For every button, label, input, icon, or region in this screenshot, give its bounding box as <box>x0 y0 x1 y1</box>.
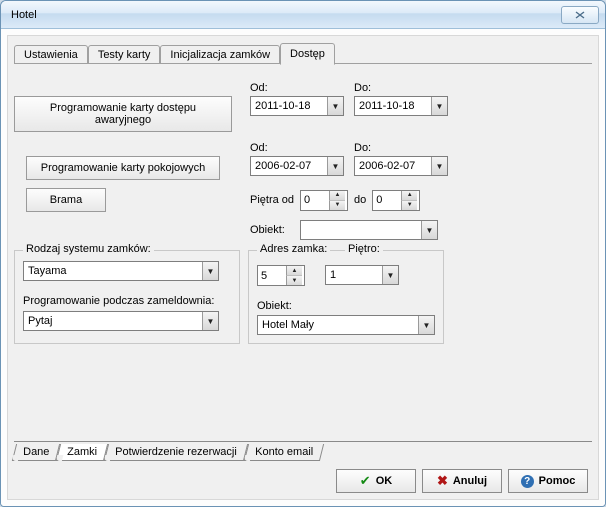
adres-zamka-value[interactable] <box>258 267 286 285</box>
footer-buttons: ✔ OK ✖ Anuluj ? Pomoc <box>336 469 588 493</box>
od-label-2: Od: <box>250 142 344 154</box>
tab-dostep[interactable]: Dostęp <box>280 43 335 65</box>
tabs-top: Ustawienia Testy karty Inicjalizacja zam… <box>8 36 598 64</box>
close-button[interactable] <box>561 6 599 24</box>
question-icon: ? <box>521 475 534 488</box>
group-lock-system: Rodzaj systemu zamków: Tayama ▼ Programo… <box>14 250 240 344</box>
dropdown-icon: ▼ <box>202 312 218 330</box>
checkin-prog-value: Pytaj <box>24 315 202 327</box>
dropdown-icon: ▼ <box>327 97 343 115</box>
adres-zamka-spin[interactable]: ▲▼ <box>257 265 305 286</box>
x-icon: ✖ <box>437 473 448 489</box>
panel: Ustawienia Testy karty Inicjalizacja zam… <box>7 35 599 500</box>
do-date-1[interactable]: 2011-10-18 ▼ <box>354 96 448 116</box>
ok-label: OK <box>376 475 393 487</box>
do-date-1-value: 2011-10-18 <box>355 100 431 112</box>
dropdown-icon: ▼ <box>431 97 447 115</box>
titlebar: Hotel <box>1 1 605 29</box>
lock-system-value: Tayama <box>24 265 202 277</box>
bottom-tab-divider <box>14 441 592 442</box>
cancel-label: Anuluj <box>453 475 487 487</box>
tab-ustawienia[interactable]: Ustawienia <box>14 45 88 64</box>
do-label-2: Do: <box>354 142 448 154</box>
od-date-1-value: 2011-10-18 <box>251 100 327 112</box>
pietra-od-value[interactable] <box>301 191 329 209</box>
ok-button[interactable]: ✔ OK <box>336 469 416 493</box>
pietra-od-label: Piętra od <box>250 194 294 206</box>
obiekt-combo-2[interactable]: Hotel Mały ▼ <box>257 315 435 335</box>
window-title: Hotel <box>11 9 37 21</box>
obiekt-label-top: Obiekt: <box>250 224 294 236</box>
pietra-od-spin[interactable]: ▲▼ <box>300 190 348 211</box>
tab-dane[interactable]: Dane <box>12 444 61 461</box>
close-icon <box>575 11 585 19</box>
tab-konto-email[interactable]: Konto email <box>244 444 324 461</box>
pietro-label: Piętro: <box>345 243 383 255</box>
pietra-do-value[interactable] <box>373 191 401 209</box>
prog-pokojowe-button[interactable]: Programowanie karty pokojowych <box>26 156 220 180</box>
tab-zamki[interactable]: Zamki <box>56 444 108 461</box>
spin-down-icon[interactable]: ▼ <box>329 201 345 210</box>
help-button[interactable]: ? Pomoc <box>508 469 588 493</box>
obiekt-combo-top[interactable]: ▼ <box>300 220 438 240</box>
prog-awaryjny-button[interactable]: Programowanie karty dostępu awaryjnego <box>14 96 232 132</box>
do-label-1: Do: <box>354 82 448 94</box>
dropdown-icon: ▼ <box>421 221 437 239</box>
check-icon: ✔ <box>360 473 371 489</box>
pietra-do-label: do <box>354 194 366 206</box>
checkin-prog-label: Programowanie podczas zameldownia: <box>23 295 231 307</box>
dropdown-icon: ▼ <box>431 157 447 175</box>
spin-down-icon[interactable]: ▼ <box>401 201 417 210</box>
brama-button[interactable]: Brama <box>26 188 106 212</box>
od-label-1: Od: <box>250 82 344 94</box>
od-date-2-value: 2006-02-07 <box>251 160 327 172</box>
adres-zamka-label: Adres zamka: <box>257 243 330 255</box>
spin-up-icon[interactable]: ▲ <box>286 266 302 276</box>
do-date-2-value: 2006-02-07 <box>355 160 431 172</box>
od-date-2[interactable]: 2006-02-07 ▼ <box>250 156 344 176</box>
dropdown-icon: ▼ <box>327 157 343 175</box>
pietro-combo[interactable]: 1 ▼ <box>325 265 399 285</box>
tabs-bottom: Dane Zamki Potwierdzenie rezerwacji Kont… <box>14 444 322 461</box>
help-label: Pomoc <box>539 475 576 487</box>
tab-content: Programowanie karty dostępu awaryjnego O… <box>14 64 592 433</box>
lock-system-combo[interactable]: Tayama ▼ <box>23 261 219 281</box>
checkin-prog-combo[interactable]: Pytaj ▼ <box>23 311 219 331</box>
window: Hotel Ustawienia Testy karty Inicjalizac… <box>0 0 606 507</box>
dropdown-icon: ▼ <box>202 262 218 280</box>
spin-up-icon[interactable]: ▲ <box>329 191 345 201</box>
tab-inicjalizacja[interactable]: Inicjalizacja zamków <box>160 45 280 64</box>
pietra-do-spin[interactable]: ▲▼ <box>372 190 420 211</box>
obiekt-value-2: Hotel Mały <box>258 319 418 331</box>
dropdown-icon: ▼ <box>382 266 398 284</box>
spin-up-icon[interactable]: ▲ <box>401 191 417 201</box>
od-date-1[interactable]: 2011-10-18 ▼ <box>250 96 344 116</box>
group-lock-system-title: Rodzaj systemu zamków: <box>23 243 154 255</box>
spin-down-icon[interactable]: ▼ <box>286 276 302 285</box>
do-date-2[interactable]: 2006-02-07 ▼ <box>354 156 448 176</box>
tab-testy-karty[interactable]: Testy karty <box>88 45 161 64</box>
cancel-button[interactable]: ✖ Anuluj <box>422 469 502 493</box>
obiekt-label-2: Obiekt: <box>257 300 435 312</box>
dropdown-icon: ▼ <box>418 316 434 334</box>
pietro-value: 1 <box>326 269 382 281</box>
tab-potwierdzenie[interactable]: Potwierdzenie rezerwacji <box>104 444 248 461</box>
group-lock-address: Adres zamka: ▲▼ Piętro: 1 ▼ <box>248 250 444 344</box>
client-area: Ustawienia Testy karty Inicjalizacja zam… <box>1 29 605 506</box>
